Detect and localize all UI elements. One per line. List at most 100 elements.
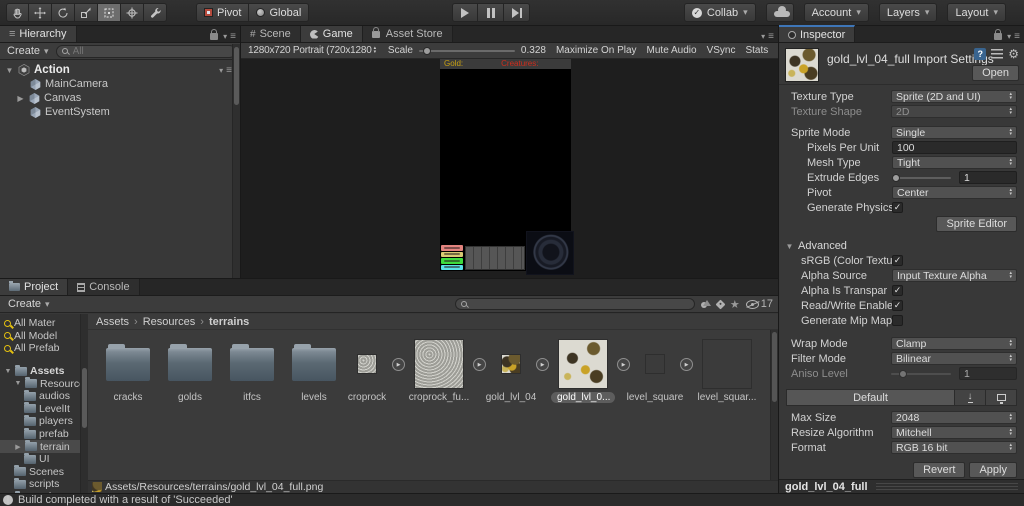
- asset-level-square-full[interactable]: level_squar...: [698, 338, 756, 403]
- open-button[interactable]: Open: [972, 65, 1019, 81]
- apply-button[interactable]: Apply: [969, 462, 1017, 478]
- slot-grid[interactable]: [465, 246, 525, 270]
- scale-slider[interactable]: [418, 46, 515, 55]
- mesh-type-dropdown[interactable]: Tight: [892, 156, 1017, 169]
- asset-croprock-full[interactable]: croprock_fu...: [409, 338, 469, 403]
- scale-tool-icon[interactable]: [75, 3, 98, 22]
- layout-dropdown[interactable]: Layout: [947, 3, 1006, 22]
- tab-console[interactable]: Console: [68, 279, 140, 295]
- advanced-foldout[interactable]: Advanced: [779, 239, 1024, 253]
- alpha-transparency-checkbox[interactable]: ✓: [892, 285, 903, 296]
- generate-physics-checkbox[interactable]: ✓: [892, 202, 903, 213]
- expand-subassets-icon[interactable]: [536, 358, 549, 371]
- rotate-tool-icon[interactable]: [52, 3, 75, 22]
- hierarchy-item-maincamera[interactable]: MainCamera: [0, 77, 240, 91]
- stats-button[interactable]: Stats: [740, 43, 773, 58]
- tab-project[interactable]: Project: [0, 279, 69, 295]
- account-dropdown[interactable]: Account: [803, 3, 869, 22]
- foldout-icon[interactable]: [4, 368, 12, 375]
- breadcrumb-assets[interactable]: Assets: [96, 316, 129, 328]
- extrude-edges-slider[interactable]: [892, 173, 951, 182]
- expand-subassets-icon[interactable]: [473, 358, 486, 371]
- help-icon[interactable]: [974, 48, 987, 60]
- max-size-dropdown[interactable]: 2048: [891, 411, 1017, 424]
- pixels-per-unit-field[interactable]: 100: [892, 141, 1017, 154]
- project-tree-scrollbar[interactable]: [80, 314, 88, 493]
- layers-dropdown[interactable]: Layers: [878, 3, 938, 22]
- lock-icon[interactable]: [210, 28, 219, 40]
- tree-item-resources[interactable]: Resource: [0, 377, 88, 390]
- hierarchy-pane-menu[interactable]: [210, 28, 240, 42]
- asset-gold-lvl-04-full-selected[interactable]: gold_lvl_0...: [551, 338, 615, 403]
- game-pane-menu[interactable]: [761, 30, 778, 42]
- read-write-checkbox[interactable]: ✓: [892, 300, 903, 311]
- platform-tab-default[interactable]: Default: [787, 390, 954, 405]
- hierarchy-search[interactable]: [55, 44, 236, 58]
- tab-hierarchy[interactable]: ≡ Hierarchy: [0, 26, 77, 42]
- tree-item-scripts[interactable]: scripts: [0, 477, 88, 491]
- tree-item-ui[interactable]: UI: [0, 452, 88, 466]
- hierarchy-item-canvas[interactable]: Canvas: [0, 91, 240, 105]
- spawn-button-red[interactable]: [441, 245, 463, 251]
- revert-button[interactable]: Revert: [913, 462, 966, 478]
- foldout-icon[interactable]: [14, 380, 22, 387]
- favorite-all-materials[interactable]: All Mater: [0, 317, 88, 330]
- favorites-icon[interactable]: [730, 298, 740, 311]
- preview-header[interactable]: gold_lvl_04_full: [779, 479, 1024, 493]
- hierarchy-create-button[interactable]: Create: [4, 45, 52, 57]
- texture-type-dropdown[interactable]: Sprite (2D and UI): [891, 90, 1017, 103]
- tab-game[interactable]: Game: [300, 26, 363, 42]
- format-dropdown[interactable]: RGB 16 bit: [891, 441, 1017, 454]
- tab-inspector[interactable]: Inspector: [779, 25, 856, 42]
- expand-subassets-icon[interactable]: [617, 358, 630, 371]
- gear-icon[interactable]: [1008, 48, 1019, 60]
- hierarchy-item-eventsystem[interactable]: EventSystem: [0, 105, 240, 119]
- filter-mode-dropdown[interactable]: Bilinear: [891, 352, 1017, 365]
- rect-tool-icon[interactable]: [98, 3, 121, 22]
- platform-download-icon[interactable]: [954, 390, 985, 405]
- foldout-icon[interactable]: [5, 66, 14, 75]
- search-by-type-icon[interactable]: [700, 299, 711, 309]
- search-by-label-icon[interactable]: [715, 299, 726, 309]
- tree-item-prefabs[interactable]: prefab: [0, 427, 88, 441]
- cloud-button[interactable]: [765, 3, 794, 22]
- inspector-pane-menu[interactable]: [994, 28, 1024, 42]
- asset-gold-lvl-04[interactable]: gold_lvl_04: [486, 338, 536, 403]
- hand-tool-icon[interactable]: [6, 3, 29, 22]
- presets-icon[interactable]: [991, 49, 1004, 59]
- collab-dropdown[interactable]: Collab: [683, 3, 756, 22]
- move-tool-icon[interactable]: [29, 3, 52, 22]
- asset-folder-levels[interactable]: levels: [286, 338, 342, 403]
- spawn-button-green[interactable]: [441, 258, 463, 264]
- foldout-icon[interactable]: [14, 443, 22, 451]
- tab-asset-store[interactable]: Asset Store: [362, 26, 453, 42]
- vsync-button[interactable]: VSync: [702, 43, 741, 58]
- pause-button[interactable]: [478, 3, 504, 22]
- tree-item-players[interactable]: players: [0, 414, 88, 428]
- breadcrumb-resources[interactable]: Resources: [143, 316, 196, 328]
- asset-folder-cracks[interactable]: cracks: [100, 338, 156, 403]
- pivot-button[interactable]: Pivot: [196, 3, 250, 22]
- favorite-all-models[interactable]: All Model: [0, 330, 88, 343]
- status-bar[interactable]: Build completed with a result of 'Succee…: [0, 493, 1024, 506]
- maximize-on-play-button[interactable]: Maximize On Play: [551, 43, 642, 58]
- pivot-dropdown[interactable]: Center: [892, 186, 1017, 199]
- expand-subassets-icon[interactable]: [680, 358, 693, 371]
- sprite-editor-button[interactable]: Sprite Editor: [936, 216, 1017, 232]
- tree-item-scenes[interactable]: Scenes: [0, 465, 88, 479]
- scene-row-action[interactable]: Action: [0, 63, 240, 77]
- tree-item-levelitems[interactable]: LevelIt: [0, 402, 88, 416]
- transform-tool-icon[interactable]: [121, 3, 144, 22]
- project-create-button[interactable]: Create: [5, 298, 53, 310]
- custom-tool-icon[interactable]: [144, 3, 167, 22]
- hierarchy-search-input[interactable]: [70, 44, 230, 58]
- tree-item-audios[interactable]: audios: [0, 389, 88, 403]
- play-button[interactable]: [452, 3, 478, 22]
- breadcrumb-terrains[interactable]: terrains: [209, 316, 249, 328]
- preview-drag-handle[interactable]: [875, 483, 1018, 490]
- spawn-button-cyan[interactable]: [441, 264, 463, 270]
- srgb-checkbox[interactable]: ✓: [892, 255, 903, 266]
- spawn-button-yellow[interactable]: [441, 251, 463, 257]
- expand-subassets-icon[interactable]: [392, 358, 405, 371]
- project-search-input[interactable]: [469, 297, 689, 311]
